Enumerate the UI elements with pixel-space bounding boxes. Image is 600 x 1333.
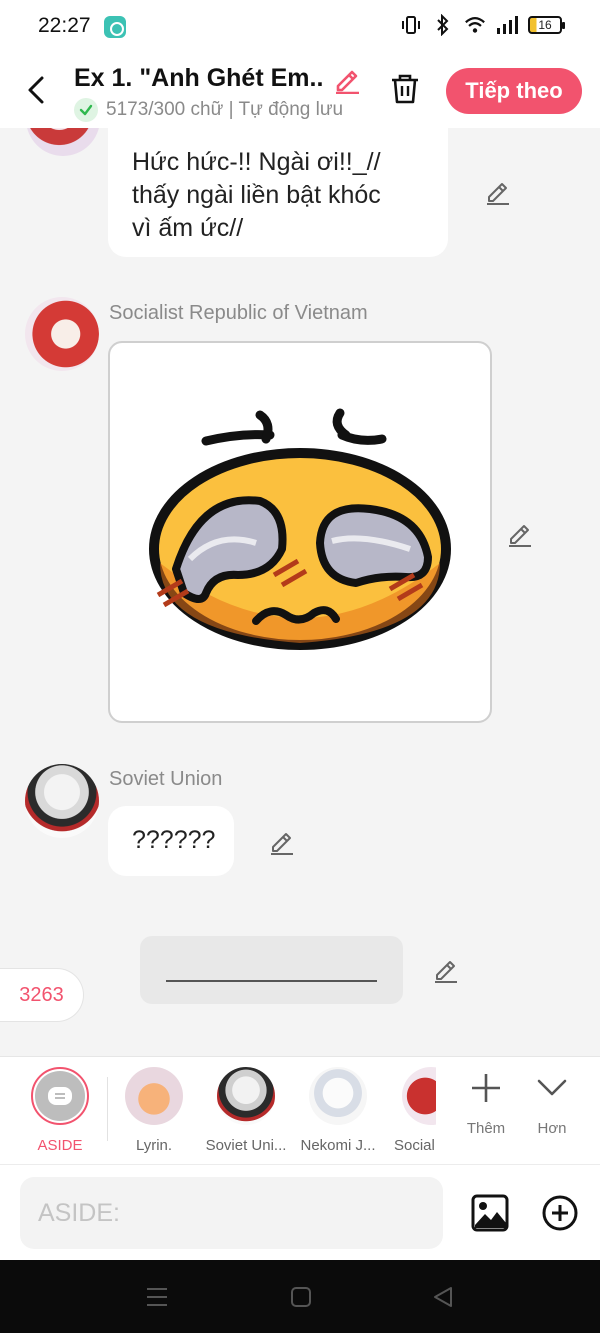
chat-bubble-icon (48, 1087, 72, 1105)
system-nav-bar (0, 1260, 600, 1333)
message-text-line: Hức hức-!! Ngài ơi!!_// (132, 148, 381, 176)
character-label: Soviet Uni... (205, 1137, 287, 1154)
character-label: Nekomi J... (300, 1137, 376, 1154)
character-bar: ASIDE Lyrin. Soviet Uni... Nekomi J... S… (0, 1056, 600, 1164)
save-status: 5173/300 chữ | Tự động lưu (74, 98, 343, 122)
more-button[interactable]: Hơn (522, 1071, 582, 1137)
message-bubble[interactable]: ?????? (108, 806, 234, 876)
character-label: ASIDE (37, 1137, 83, 1154)
story-title[interactable]: Ex 1. "Anh Ghét Em... (74, 64, 324, 93)
message-bubble[interactable]: Hức hức-!! Ngài ơi!!_// thấy ngài liền b… (108, 128, 448, 257)
avatar (402, 1067, 436, 1125)
character-soviet-union[interactable]: Soviet Uni... (200, 1067, 292, 1154)
message-input[interactable] (20, 1177, 443, 1249)
message-text-line: thấy ngài liền bật khóc (132, 181, 381, 209)
aside-bubble[interactable] (140, 936, 403, 1004)
character-lyrin[interactable]: Lyrin. (108, 1067, 200, 1154)
chat-area[interactable]: Hức hức-!! Ngài ơi!!_// thấy ngài liền b… (0, 128, 600, 1056)
image-icon[interactable] (470, 1193, 510, 1233)
trash-icon[interactable] (388, 72, 422, 106)
avatar[interactable] (25, 764, 99, 838)
editor-header: Ex 1. "Anh Ghét Em... 5173/300 chữ | Tự … (0, 52, 600, 128)
avatar[interactable] (26, 128, 100, 156)
app-notification-icon (104, 16, 126, 38)
edit-title-pencil-icon[interactable] (332, 64, 362, 95)
bluetooth-icon (432, 14, 454, 36)
add-character-button[interactable]: Thêm (456, 1071, 516, 1137)
battery-icon: 16 (528, 16, 565, 34)
aside-placeholder-line (166, 980, 377, 982)
character-label: Social (394, 1137, 435, 1154)
sender-name: Soviet Union (109, 768, 223, 790)
edit-message-pencil-icon[interactable] (484, 178, 512, 206)
character-aside[interactable]: ASIDE (14, 1067, 106, 1154)
chevron-down-icon (537, 1079, 567, 1096)
edit-message-pencil-icon[interactable] (432, 956, 460, 984)
avatar (309, 1067, 367, 1125)
wifi-icon (464, 14, 486, 36)
next-button[interactable]: Tiếp theo (446, 68, 582, 114)
avatar (217, 1067, 275, 1125)
checkmark-icon (74, 98, 98, 122)
status-icons: 16 (400, 14, 565, 36)
edit-message-pencil-icon[interactable] (506, 520, 534, 548)
status-bar: 22:27 16 (0, 0, 600, 52)
word-count: 5173/300 chữ | Tự động lưu (106, 99, 344, 120)
input-bar (0, 1164, 600, 1260)
crying-emoji-sticker (149, 408, 451, 650)
sticker-message[interactable] (108, 341, 492, 723)
back-arrow-icon[interactable] (22, 72, 52, 108)
menu-icon[interactable] (144, 1284, 170, 1310)
character-social[interactable]: Social (384, 1067, 436, 1154)
signal-icon (496, 14, 518, 36)
home-icon[interactable] (288, 1284, 314, 1310)
avatar (125, 1067, 183, 1125)
status-time: 22:27 (38, 14, 91, 37)
sender-name: Socialist Republic of Vietnam (109, 302, 368, 324)
character-nekomi[interactable]: Nekomi J... (292, 1067, 384, 1154)
edit-message-pencil-icon[interactable] (268, 828, 296, 856)
character-label: Lyrin. (135, 1137, 173, 1154)
message-text-line: vì ấm ức// (132, 214, 244, 242)
back-icon[interactable] (430, 1284, 456, 1310)
avatar[interactable] (25, 297, 99, 371)
aside-avatar (31, 1067, 89, 1125)
vibrate-icon (400, 14, 422, 36)
plus-icon (472, 1074, 500, 1102)
add-circle-icon[interactable] (540, 1193, 580, 1233)
more-label: Hơn (537, 1120, 567, 1137)
add-label: Thêm (466, 1120, 506, 1137)
message-text: ?????? (132, 826, 216, 854)
count-badge[interactable]: 3263 (0, 968, 84, 1022)
